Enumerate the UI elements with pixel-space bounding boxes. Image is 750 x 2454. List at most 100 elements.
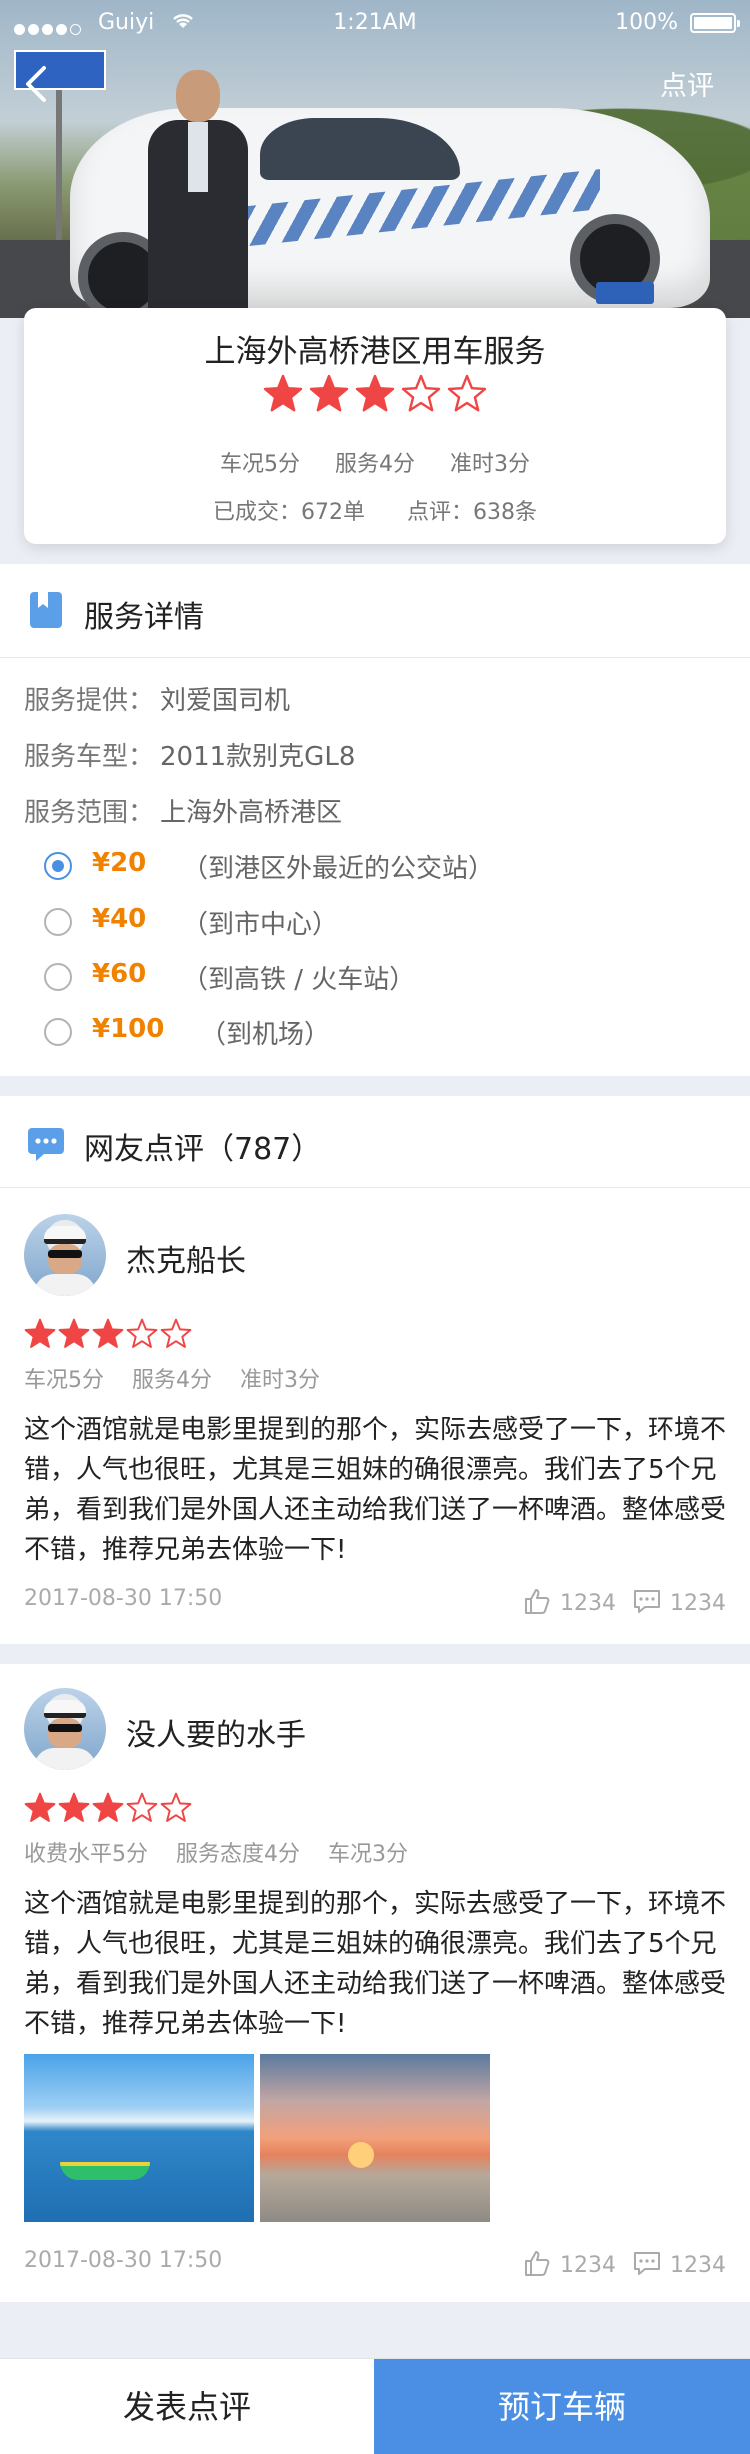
battery-icon bbox=[690, 13, 740, 33]
score-item: 收费水平5分 bbox=[24, 1842, 148, 1867]
option-desc: （到市中心） bbox=[182, 910, 339, 940]
review-photo[interactable] bbox=[260, 2054, 490, 2222]
car-row: 服务车型： 2011款别克GL8 bbox=[24, 736, 355, 773]
radio-button[interactable] bbox=[44, 963, 72, 991]
section-header: 服务详情 bbox=[0, 564, 750, 658]
like-button[interactable]: 1234 bbox=[522, 2248, 616, 2278]
review-photo[interactable] bbox=[24, 2054, 254, 2222]
option-price: ¥20 bbox=[92, 848, 147, 878]
star-filled-icon bbox=[92, 1318, 124, 1348]
star-empty-icon bbox=[126, 1792, 158, 1822]
score-item: 服务态度4分 bbox=[176, 1842, 300, 1867]
option-price: ¥60 bbox=[92, 959, 147, 989]
like-button[interactable]: 1234 bbox=[522, 1586, 616, 1616]
star-filled-icon bbox=[309, 374, 349, 412]
reviewer-name: 杰克船长 bbox=[126, 1244, 246, 1279]
section-title: 服务详情 bbox=[84, 600, 204, 635]
chevron-left-icon bbox=[26, 66, 46, 102]
range-row: 服务范围： 上海外高桥港区 bbox=[24, 792, 342, 829]
score-item: 车况5分 bbox=[24, 1368, 104, 1393]
review-rating bbox=[24, 1792, 194, 1828]
comment-count: 1234 bbox=[670, 2253, 726, 2278]
avatar[interactable] bbox=[24, 1688, 106, 1770]
service-scores: 车况5分 服务4分 准时3分 bbox=[24, 446, 726, 478]
section-title: 网友点评（787） bbox=[84, 1132, 322, 1167]
bookmark-icon bbox=[30, 592, 62, 628]
thumbs-up-icon bbox=[525, 2251, 550, 2276]
review-link[interactable]: 点评 bbox=[660, 64, 714, 103]
option-desc: （到港区外最近的公交站） bbox=[182, 854, 495, 884]
comment-count: 1234 bbox=[670, 1591, 726, 1616]
bottom-action-bar: 发表点评 预订车辆 bbox=[0, 2358, 750, 2454]
range-value: 上海外高桥港区 bbox=[160, 798, 343, 828]
option-desc: （到高铁 / 火车站） bbox=[182, 965, 416, 995]
status-bar: Guiyi 1:21AM 100% bbox=[0, 0, 750, 46]
service-stats: 已成交：672单 点评：638条 bbox=[24, 494, 726, 526]
star-filled-icon bbox=[24, 1318, 56, 1348]
radio-button[interactable] bbox=[44, 1018, 72, 1046]
review-text: 这个酒馆就是电影里提到的那个，实际去感受了一下，环境不错，人气也很旺，尤其是三姐… bbox=[24, 1415, 727, 1565]
hero-image bbox=[0, 0, 750, 318]
radio-button[interactable] bbox=[44, 908, 72, 936]
star-filled-icon bbox=[58, 1318, 90, 1348]
score-item: 准时3分 bbox=[450, 452, 530, 477]
like-count: 1234 bbox=[560, 1591, 616, 1616]
like-count: 1234 bbox=[560, 2253, 616, 2278]
hero-driver bbox=[148, 70, 248, 318]
avatar[interactable] bbox=[24, 1214, 106, 1296]
review-text: 这个酒馆就是电影里提到的那个，实际去感受了一下，环境不错，人气也很旺，尤其是三姐… bbox=[24, 1889, 727, 2039]
option-price: ¥100 bbox=[92, 1014, 165, 1044]
review-card: 杰克船长 车况5分 服务4分 准时3分 这个酒馆就是电影里提到的那个，实际去感受了一… bbox=[0, 1190, 750, 1644]
star-filled-icon bbox=[355, 374, 395, 412]
comment-button[interactable]: 1234 bbox=[632, 2248, 726, 2278]
star-empty-icon bbox=[447, 374, 487, 412]
chat-bubble-icon bbox=[28, 1128, 64, 1161]
option-desc: （到机场） bbox=[200, 1020, 331, 1050]
comment-icon bbox=[634, 1590, 660, 1613]
provider-row: 服务提供： 刘爱国司机 bbox=[24, 680, 290, 717]
range-label: 服务范围： bbox=[24, 798, 155, 828]
review-date: 2017-08-30 17:50 bbox=[24, 2248, 223, 2273]
comment-icon bbox=[634, 2252, 660, 2275]
orders-count: 已成交：672单 bbox=[213, 500, 365, 525]
review-scores: 收费水平5分 服务态度4分 车况3分 bbox=[24, 1836, 436, 1868]
provider-label: 服务提供： bbox=[24, 686, 155, 716]
review-card: 没人要的水手 收费水平5分 服务态度4分 车况3分 这个酒馆就是电影里提到的那个，实… bbox=[0, 1664, 750, 2302]
star-empty-icon bbox=[160, 1318, 192, 1348]
service-rating bbox=[24, 374, 726, 418]
comment-button[interactable]: 1234 bbox=[632, 1586, 726, 1616]
hero-car-plate bbox=[596, 282, 654, 304]
back-button[interactable] bbox=[18, 62, 58, 106]
hero-sign-pole bbox=[56, 90, 62, 240]
star-empty-icon bbox=[160, 1792, 192, 1822]
star-filled-icon bbox=[263, 374, 303, 412]
star-filled-icon bbox=[24, 1792, 56, 1822]
book-vehicle-button[interactable]: 预订车辆 bbox=[374, 2359, 750, 2454]
score-item: 服务4分 bbox=[132, 1368, 212, 1393]
section-header: 网友点评（787） bbox=[0, 1096, 750, 1188]
battery-percent: 100% bbox=[615, 10, 678, 35]
car-value: 2011款别克GL8 bbox=[160, 742, 356, 772]
score-item: 车况3分 bbox=[328, 1842, 408, 1867]
write-review-button[interactable]: 发表点评 bbox=[0, 2359, 374, 2454]
star-empty-icon bbox=[126, 1318, 158, 1348]
thumbs-up-icon bbox=[525, 1589, 550, 1614]
reviewer-name: 没人要的水手 bbox=[126, 1718, 306, 1753]
star-empty-icon bbox=[401, 374, 441, 412]
service-card: 上海外高桥港区用车服务 车况5分 服务4分 准时3分 已成交：672单 点评：6… bbox=[24, 308, 726, 544]
review-rating bbox=[24, 1318, 194, 1354]
reviews-count: 点评：638条 bbox=[407, 500, 537, 525]
service-details-section: 服务详情 服务提供： 刘爱国司机 服务车型： 2011款别克GL8 服务范围： 上海外… bbox=[0, 564, 750, 1076]
star-filled-icon bbox=[92, 1792, 124, 1822]
provider-value: 刘爱国司机 bbox=[160, 686, 291, 716]
star-filled-icon bbox=[58, 1792, 90, 1822]
score-item: 准时3分 bbox=[240, 1368, 320, 1393]
option-price: ¥40 bbox=[92, 904, 147, 934]
review-date: 2017-08-30 17:50 bbox=[24, 1586, 223, 1611]
score-item: 车况5分 bbox=[220, 452, 300, 477]
score-item: 服务4分 bbox=[335, 452, 415, 477]
review-scores: 车况5分 服务4分 准时3分 bbox=[24, 1362, 348, 1394]
car-label: 服务车型： bbox=[24, 742, 155, 772]
service-title: 上海外高桥港区用车服务 bbox=[204, 334, 546, 370]
radio-button[interactable] bbox=[44, 852, 72, 880]
